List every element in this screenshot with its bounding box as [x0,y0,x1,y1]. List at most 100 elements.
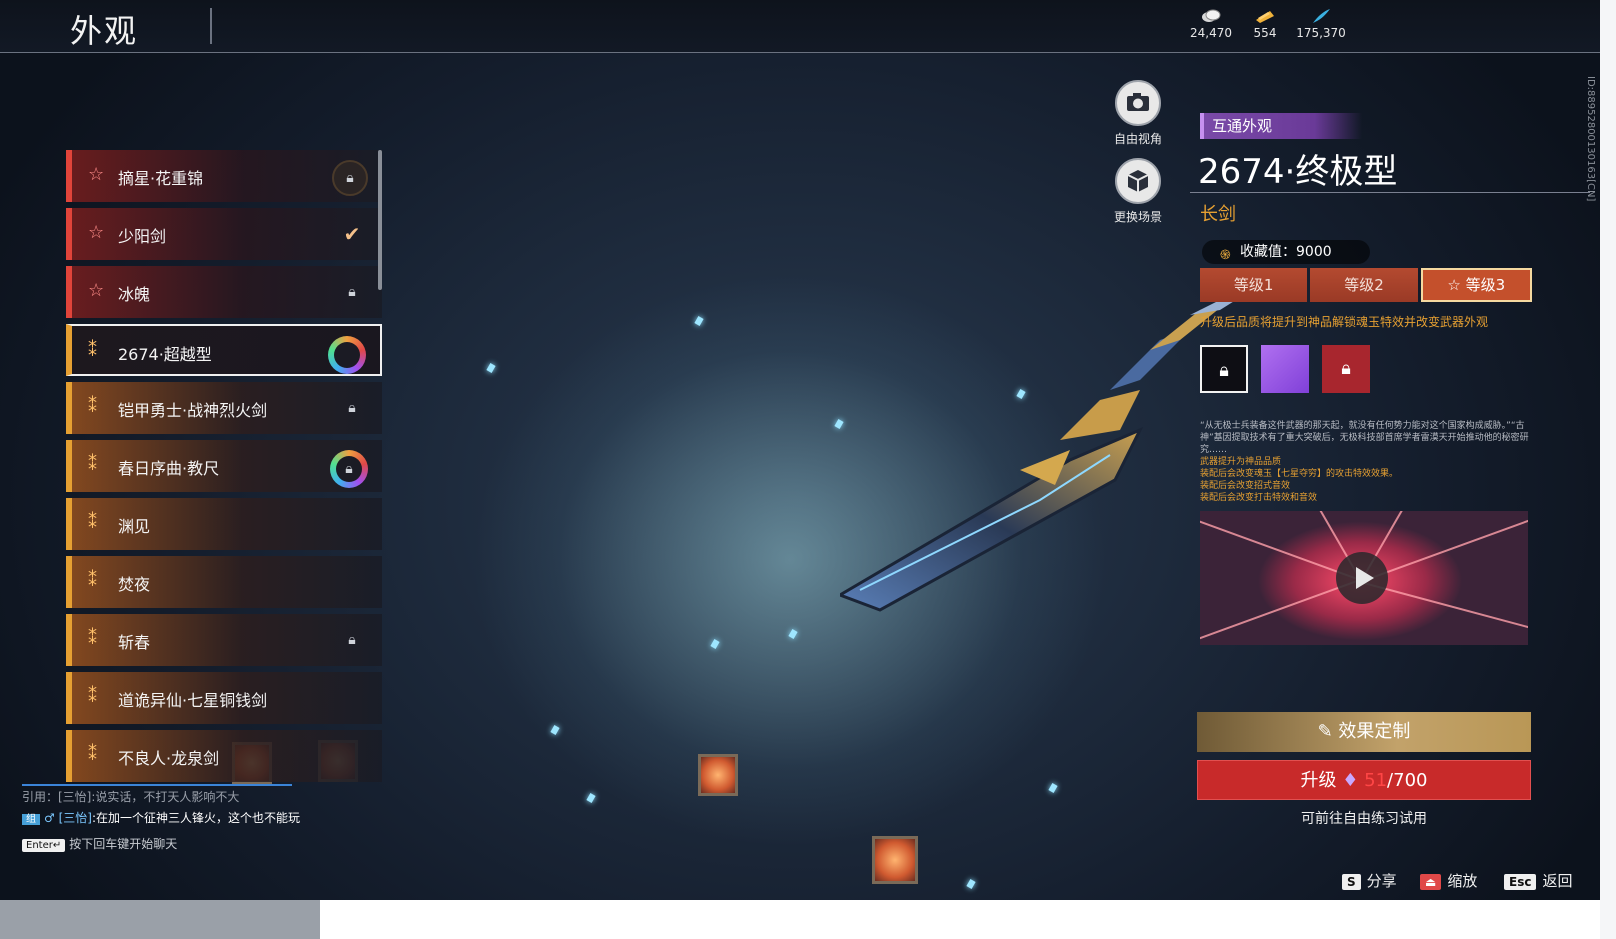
brush-icon: ✎ [1317,721,1333,742]
upgrade-current: 51 [1364,770,1388,791]
skin-item[interactable]: ☆ 冰魄 🔒︎ [66,266,382,318]
skin-list-scrollbar[interactable] [378,150,382,290]
light-shard [550,725,560,735]
star-icon: ☆ [88,222,105,243]
skin-list[interactable]: ☆ 摘星·花重锦 🔒︎ ☆ 少阳剑 ✔ ☆ 冰魄 🔒︎ ⁑ 2674·超越型 ⁑… [66,150,384,800]
skin-item[interactable]: ☆ 少阳剑 ✔ [66,208,382,260]
upgrade-total: /700 [1387,770,1428,791]
camera-icon [1115,80,1161,126]
light-shard [710,639,720,649]
zoom-hotkey[interactable]: ⏏ 缩放 [1420,870,1477,891]
enter-hint-text: 按下回车键开始聊天 [69,837,178,851]
chat-message: 组 ♂ [三怡]:在加一个征神三人锋火，这个也不能玩 [22,809,312,829]
skin-item[interactable]: ⁑ 渊见 [66,498,382,550]
swatch-purple[interactable] [1261,345,1309,393]
skin-title: 2674·终极型 [1198,152,1398,192]
collection-value-badge: ֍ 收藏值：9000 [1202,240,1370,264]
description-text: “从无极士兵装备这件武器的那天起，就没有任何势力能对这个国家构成威胁。”“古神”… [1200,421,1529,455]
effect-customize-button[interactable]: ✎ 效果定制 [1197,712,1531,752]
currency-value: 24,470 [1190,26,1232,40]
swatch-black-locked[interactable]: 🔒︎ [1200,345,1248,393]
title-divider [210,8,212,44]
rainbow-ring-icon [328,336,366,374]
quality-icon: ⁑ [88,512,97,533]
effect-note: 装配后会改变打击特效和音效 [1200,493,1318,503]
skin-item[interactable]: ⁑ 春日序曲·教尺 🔒︎ [66,440,382,492]
coin-icon [1202,9,1221,22]
desktop-background [320,900,1616,939]
effect-customize-label: 效果定制 [1338,721,1411,742]
zoom-label: 缩放 [1447,872,1478,890]
star-icon: ☆ [88,164,105,185]
lock-icon: 🔒︎ [348,632,356,648]
feather-icon [1313,9,1330,23]
tab-level-1[interactable]: 等级1 [1200,268,1308,302]
ticket-icon [1256,11,1274,23]
skin-name: 摘星·花重锦 [118,169,204,188]
skin-name: 2674·超越型 [118,345,212,364]
gender-icon: ♂ [44,811,55,825]
upgrade-label: 升级 [1300,770,1337,791]
play-icon[interactable] [1336,552,1388,604]
skin-name: 少阳剑 [118,227,167,246]
skin-item[interactable]: ⁑ 道诡异仙·七星铜钱剑 [66,672,382,724]
quality-icon: ⁑ [88,570,97,591]
lock-icon: 🔒︎ [332,160,368,196]
skin-item[interactable]: ☆ 摘星·花重锦 🔒︎ [66,150,382,202]
tab-level-3[interactable]: ☆ 等级3 [1420,268,1532,302]
upgrade-button[interactable]: 升级 ♦ 51/700 [1197,760,1531,800]
weapon-model [840,288,1255,612]
quality-icon: ⁑ [88,686,97,707]
tab-level-2[interactable]: 等级2 [1310,268,1418,302]
lantern [698,754,738,796]
collection-value: 收藏值：9000 [1240,244,1332,260]
skin-name: 春日序曲·教尺 [118,459,220,478]
skin-name: 不良人·龙泉剑 [118,749,220,768]
free-view-label: 自由视角 [1113,132,1162,146]
lantern [872,836,918,884]
star-icon: ☆ [1447,276,1461,294]
effect-note: 装配后会改变招式音效 [1200,481,1291,491]
back-hotkey[interactable]: Esc 返回 [1504,870,1572,891]
mouse-icon: ⏏ [1420,874,1442,890]
skin-item-selected[interactable]: ⁑ 2674·超越型 [66,324,382,376]
preview-video[interactable] [1200,511,1528,645]
skin-name: 铠甲勇士·战神烈火剑 [118,401,268,420]
skin-item[interactable]: ⁑ 斩春 🔒︎ [66,614,382,666]
skin-item[interactable]: ⁑ 铠甲勇士·战神烈火剑 🔒︎ [66,382,382,434]
share-key: S [1342,874,1361,890]
shared-skin-tag: 互通外观 [1200,113,1362,139]
chat-sender[interactable]: [三怡] [59,811,92,825]
skin-item[interactable]: ⁑ 焚夜 [66,556,382,608]
light-shard [788,629,798,639]
quality-icon: ⁑ [88,396,97,417]
color-swatches: 🔒︎ 🔒︎ [1200,345,1370,393]
lock-icon: 🔒︎ [1341,358,1351,379]
esc-key: Esc [1504,874,1537,890]
cube-icon [1115,158,1161,204]
desktop-background [0,900,320,939]
check-icon: ✔ [343,222,361,246]
share-label: 分享 [1366,872,1397,890]
free-view-button[interactable]: 自由视角 [1100,80,1176,147]
quality-icon: ⁑ [88,454,97,475]
rainbow-ring-lock-icon: 🔒︎ [330,450,368,488]
light-shard [694,316,704,326]
skin-item[interactable]: ⁑ 不良人·龙泉剑 [66,730,382,782]
change-scene-button[interactable]: 更换场景 [1100,158,1176,225]
chat-channel-badge: 组 [22,814,40,825]
skin-name: 冰魄 [118,285,151,304]
player-id: ID:8895280013016​3[CN] [1585,76,1596,202]
effect-note: 武器提升为神品品质 [1200,457,1282,467]
star-icon: ☆ [88,280,105,301]
swatch-red-locked[interactable]: 🔒︎ [1322,345,1370,393]
page-title: 外观 [70,12,139,50]
light-shard [966,879,976,889]
change-scene-label: 更换场景 [1113,210,1162,224]
skin-name: 斩春 [118,633,151,652]
chat-enter-hint[interactable]: Enter↵ 按下回车键开始聊天 [22,835,312,852]
chat-text: :在加一个征神三人锋火，这个也不能玩 [91,811,301,825]
lock-icon: 🔒︎ [348,400,356,416]
share-hotkey[interactable]: S 分享 [1342,870,1397,891]
game-screen: 外观 24,470 554 175,370 ☆ 摘星·花重锦 🔒︎ ☆ 少阳剑 … [0,0,1600,900]
